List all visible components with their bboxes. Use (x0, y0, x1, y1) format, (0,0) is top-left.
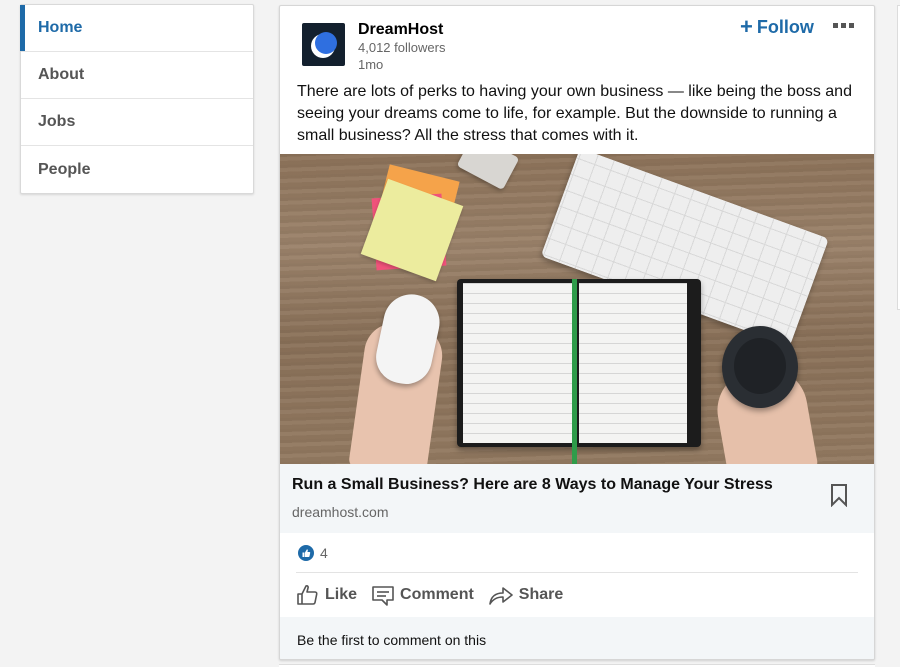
post-timestamp: 1mo (358, 57, 384, 72)
nav-item-about[interactable]: About (21, 52, 253, 99)
follower-count: 4,012 followers (358, 40, 446, 55)
nav-item-label: People (38, 160, 91, 178)
follow-label: Follow (756, 17, 814, 37)
post-header: DreamHost 4,012 followers 1mo + Follow (280, 6, 874, 74)
notebook-graphic (457, 279, 701, 464)
ellipsis-icon (833, 23, 838, 28)
thumbs-up-icon (297, 585, 318, 605)
share-button[interactable]: Share (488, 583, 563, 607)
save-article-button[interactable] (829, 483, 849, 512)
like-label: Like (325, 586, 358, 603)
post-body-text: There are lots of perks to having your o… (297, 83, 852, 144)
comment-label: Comment (400, 586, 474, 603)
ellipsis-icon (849, 23, 854, 28)
nav-item-jobs[interactable]: Jobs (21, 99, 253, 146)
plus-icon: + (740, 13, 753, 39)
article-domain: dreamhost.com (292, 504, 389, 520)
company-name[interactable]: DreamHost (358, 21, 443, 39)
bookmark-icon (831, 484, 847, 508)
cup-lid (734, 338, 786, 394)
nav-item-label: Jobs (38, 113, 76, 130)
like-reaction-icon (298, 544, 314, 561)
dreamhost-moon-logo-icon (310, 31, 337, 58)
nav-item-label: Home (38, 19, 83, 36)
comment-prompt[interactable]: Be the first to comment on this (280, 617, 874, 659)
nav-item-people[interactable]: People (21, 146, 253, 193)
post-actions-bar: Like Comment Share (280, 573, 874, 617)
follow-button[interactable]: + Follow (740, 13, 814, 39)
social-counts[interactable]: 4 (296, 533, 858, 573)
share-arrow-icon (488, 587, 513, 605)
company-logo[interactable] (302, 23, 345, 66)
notebook-page-left (463, 283, 575, 443)
like-button[interactable]: Like (296, 583, 357, 607)
feed-post-card: DreamHost 4,012 followers 1mo + Follow T… (279, 5, 875, 660)
comment-button[interactable]: Comment (371, 583, 474, 607)
article-link-preview[interactable]: Run a Small Business? Here are 8 Ways to… (280, 464, 874, 533)
like-count: 4 (320, 544, 328, 561)
more-options-button[interactable] (833, 23, 854, 28)
notebook-ribbon (572, 279, 577, 464)
nav-item-home[interactable]: Home (20, 5, 253, 52)
post-image[interactable] (280, 154, 874, 464)
article-title[interactable]: Run a Small Business? Here are 8 Ways to… (292, 476, 773, 494)
share-label: Share (518, 586, 564, 603)
comment-icon (372, 586, 394, 606)
notebook-page-right (579, 283, 687, 443)
nav-item-label: About (38, 66, 85, 83)
company-page-nav: Home About Jobs People (20, 4, 254, 194)
ellipsis-icon (841, 23, 846, 28)
coffee-cup-graphic (722, 326, 798, 408)
